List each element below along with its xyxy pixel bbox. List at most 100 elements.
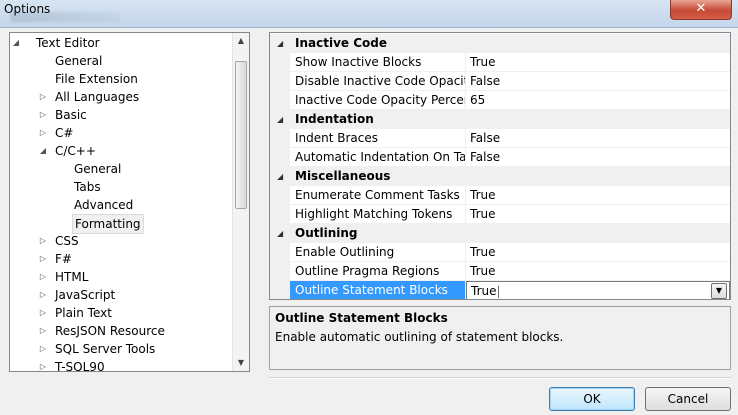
tree-item-label: F# bbox=[55, 252, 72, 266]
property-value-text: True bbox=[470, 264, 496, 278]
row-gutter bbox=[270, 186, 290, 205]
scroll-thumb[interactable] bbox=[235, 61, 247, 209]
collapsed-arrow-icon[interactable]: ▷ bbox=[37, 340, 49, 358]
title-bar: Options ✕ bbox=[0, 0, 738, 28]
property-name: Outline Statement Blocks bbox=[290, 281, 466, 299]
window-title: Options bbox=[4, 2, 51, 16]
property-row[interactable]: Automatic Indentation On Tab False bbox=[270, 148, 730, 167]
tree-item-label: File Extension bbox=[55, 72, 138, 86]
row-gutter bbox=[270, 243, 290, 262]
property-row[interactable]: Show Inactive Blocks True bbox=[270, 53, 730, 72]
property-value-text: False bbox=[470, 74, 501, 88]
scroll-up-icon[interactable]: ▲ bbox=[233, 33, 249, 49]
expanded-arrow-icon[interactable]: ◢ bbox=[10, 34, 22, 52]
property-value[interactable]: False bbox=[466, 148, 730, 167]
collapse-arrow-icon[interactable]: ◢ bbox=[277, 167, 283, 186]
tree-item-label: Basic bbox=[55, 108, 87, 122]
collapsed-arrow-icon[interactable]: ▷ bbox=[37, 268, 49, 286]
property-name: Show Inactive Blocks bbox=[290, 53, 466, 72]
tree-scrollbar[interactable]: ▲ ▼ bbox=[232, 33, 249, 371]
category-label: Indentation bbox=[295, 112, 374, 126]
row-gutter bbox=[270, 262, 290, 281]
property-name: Indent Braces bbox=[290, 129, 466, 148]
tree-item-label: ResJSON Resource bbox=[55, 324, 165, 338]
row-gutter bbox=[270, 53, 290, 72]
property-value[interactable]: True bbox=[466, 243, 730, 262]
dropdown-arrow-icon[interactable]: ▼ bbox=[711, 283, 727, 299]
row-gutter bbox=[270, 148, 290, 167]
tree-item-label: All Languages bbox=[55, 90, 140, 104]
tree-item-label: C/C++ bbox=[55, 144, 96, 158]
property-value-text: True bbox=[470, 207, 496, 221]
collapsed-arrow-icon[interactable]: ▷ bbox=[37, 232, 49, 250]
property-row[interactable]: Highlight Matching Tokens True bbox=[270, 205, 730, 224]
collapsed-arrow-icon[interactable]: ▷ bbox=[37, 322, 49, 340]
collapsed-arrow-icon[interactable]: ▷ bbox=[37, 88, 49, 106]
property-value-text: True bbox=[470, 188, 496, 202]
property-name: Outline Pragma Regions bbox=[290, 262, 466, 281]
collapsed-arrow-icon[interactable]: ▷ bbox=[37, 286, 49, 304]
collapsed-arrow-icon[interactable]: ▷ bbox=[37, 106, 49, 124]
property-row[interactable]: Outline Statement Blocks True| ▼ bbox=[270, 281, 730, 299]
tree-item-label: HTML bbox=[55, 270, 89, 284]
property-value-text: 65 bbox=[470, 93, 486, 107]
property-value[interactable]: 65 bbox=[466, 91, 730, 110]
collapsed-arrow-icon[interactable]: ▷ bbox=[37, 358, 49, 371]
property-name: Enumerate Comment Tasks bbox=[290, 186, 466, 205]
expanded-arrow-icon[interactable]: ◢ bbox=[37, 142, 49, 160]
row-gutter bbox=[270, 72, 290, 91]
category-header[interactable]: ◢ Outlining bbox=[270, 224, 730, 243]
cancel-button[interactable]: Cancel bbox=[645, 387, 731, 411]
collapsed-arrow-icon[interactable]: ▷ bbox=[37, 304, 49, 322]
property-row[interactable]: Indent Braces False bbox=[270, 129, 730, 148]
tree-item-label: Advanced bbox=[74, 198, 134, 212]
property-value-text: True bbox=[470, 245, 496, 259]
row-gutter bbox=[270, 205, 290, 224]
tree-item-label: C# bbox=[55, 126, 74, 140]
tree-item-label: CSS bbox=[55, 234, 79, 248]
collapse-arrow-icon[interactable]: ◢ bbox=[277, 224, 283, 243]
property-value[interactable]: False bbox=[466, 72, 730, 91]
row-gutter bbox=[270, 129, 290, 148]
collapsed-arrow-icon[interactable]: ▷ bbox=[37, 124, 49, 142]
property-value[interactable]: False bbox=[466, 129, 730, 148]
tree-item-label: General bbox=[55, 54, 103, 68]
tree-item-label: T-SQL90 bbox=[55, 360, 105, 372]
options-tree[interactable]: ◢ Text Editor General File Extension ▷ All La… bbox=[9, 32, 250, 372]
property-value-text: True bbox=[470, 55, 496, 69]
property-value[interactable]: True bbox=[466, 262, 730, 281]
category-header[interactable]: ◢ Indentation bbox=[270, 110, 730, 129]
collapse-arrow-icon[interactable]: ◢ bbox=[277, 34, 283, 53]
collapse-arrow-icon[interactable]: ◢ bbox=[277, 110, 283, 129]
property-name: Enable Outlining bbox=[290, 243, 466, 262]
separator bbox=[269, 377, 731, 379]
property-row[interactable]: Enable Outlining True bbox=[270, 243, 730, 262]
property-row[interactable]: Inactive Code Opacity Percent 65 bbox=[270, 91, 730, 110]
close-button[interactable]: ✕ bbox=[670, 0, 732, 20]
property-value[interactable]: True bbox=[466, 53, 730, 72]
description-text: Enable automatic outlining of statement … bbox=[275, 330, 564, 344]
property-name: Disable Inactive Code Opacity bbox=[290, 72, 466, 91]
tree-item-label: Tabs bbox=[74, 180, 101, 194]
tree-item-label: JavaScript bbox=[55, 288, 116, 302]
scroll-down-icon[interactable]: ▼ bbox=[233, 355, 249, 371]
row-gutter bbox=[270, 281, 290, 299]
property-grid[interactable]: ◢ Inactive Code Show Inactive Blocks True Di… bbox=[269, 32, 731, 300]
close-icon: ✕ bbox=[695, 1, 707, 16]
category-header[interactable]: ◢ Miscellaneous bbox=[270, 167, 730, 186]
property-value[interactable]: True bbox=[466, 186, 730, 205]
property-row[interactable]: Enumerate Comment Tasks True bbox=[270, 186, 730, 205]
property-name: Automatic Indentation On Tab bbox=[290, 148, 466, 167]
category-header[interactable]: ◢ Inactive Code bbox=[270, 34, 730, 53]
tree-item-label: Text Editor bbox=[36, 36, 100, 50]
property-name: Highlight Matching Tokens bbox=[290, 205, 466, 224]
description-title: Outline Statement Blocks bbox=[275, 311, 448, 325]
property-row[interactable]: Outline Pragma Regions True bbox=[270, 262, 730, 281]
property-value[interactable]: True| ▼ bbox=[466, 281, 730, 299]
tree-item-label: General bbox=[74, 162, 122, 176]
property-value[interactable]: True bbox=[466, 205, 730, 224]
property-value-text: False bbox=[470, 131, 501, 145]
ok-button[interactable]: OK bbox=[549, 387, 635, 411]
property-row[interactable]: Disable Inactive Code Opacity False bbox=[270, 72, 730, 91]
collapsed-arrow-icon[interactable]: ▷ bbox=[37, 250, 49, 268]
